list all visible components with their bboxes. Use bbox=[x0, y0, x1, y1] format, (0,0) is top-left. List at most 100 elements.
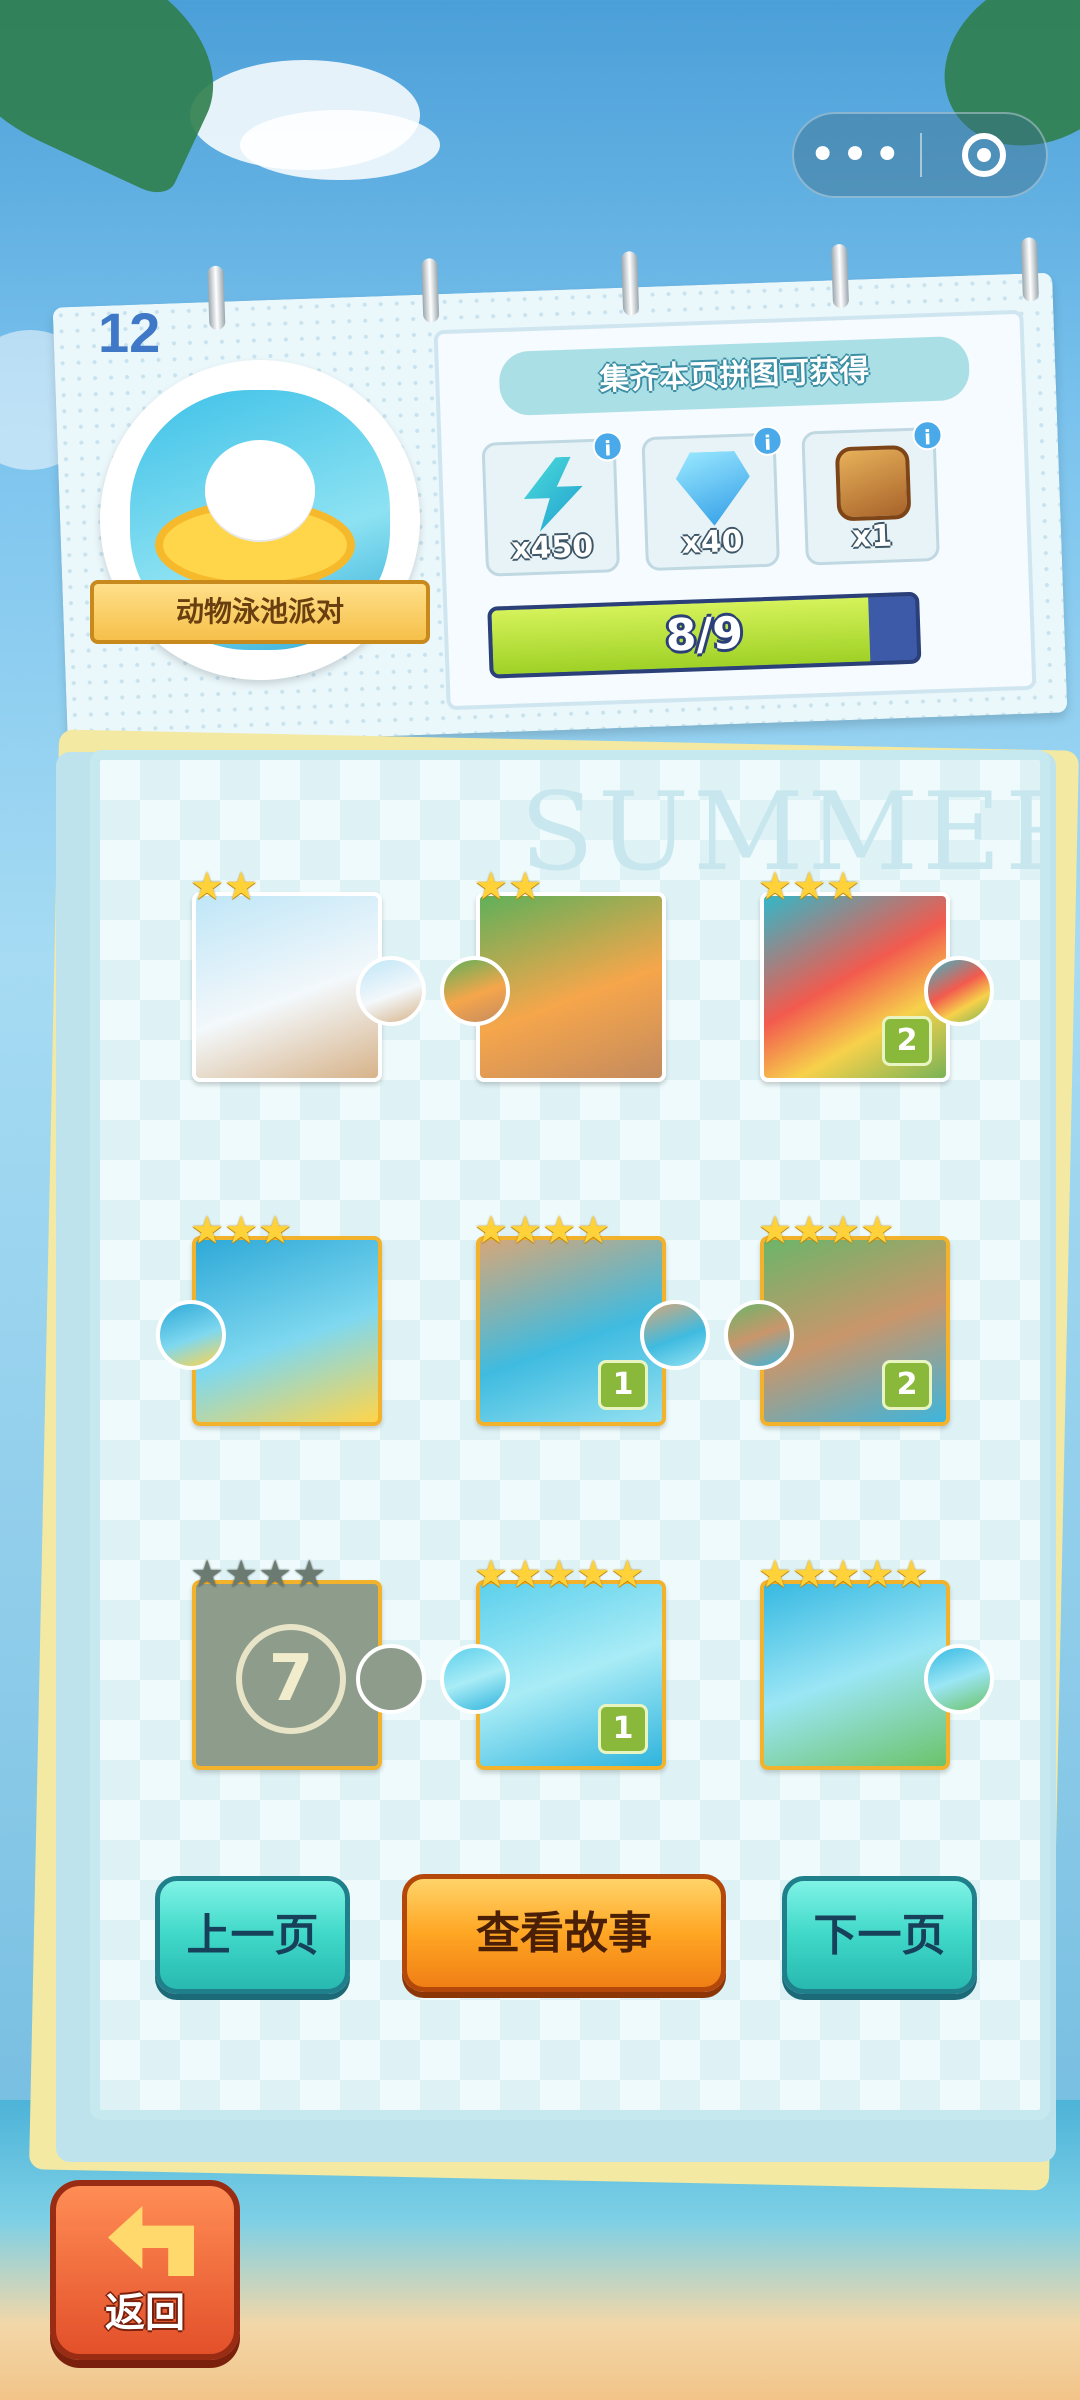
star-icon: ★ bbox=[860, 1208, 895, 1252]
puzzle-piece[interactable]: ★ ★ ★ ★ ★ 1 bbox=[440, 1554, 666, 1770]
next-page-button[interactable]: 下一页 bbox=[782, 1876, 977, 1994]
star-rating: ★ ★ ★ bbox=[758, 866, 860, 906]
cloud bbox=[240, 110, 440, 180]
star-icon: ★ bbox=[826, 1552, 861, 1596]
star-icon: ★ bbox=[826, 1208, 861, 1252]
star-icon: ★ bbox=[542, 1552, 577, 1596]
duplicate-count-badge: 2 bbox=[882, 1016, 932, 1066]
view-story-button[interactable]: 查看故事 bbox=[402, 1874, 726, 1992]
reward-qty: x450 bbox=[510, 528, 594, 567]
duplicate-count-badge: 2 bbox=[882, 1360, 932, 1410]
star-rating: ★ ★ bbox=[474, 866, 542, 906]
puzzle-knob bbox=[440, 956, 510, 1026]
reward-list: x450 i x40 i x1 i bbox=[481, 419, 944, 577]
info-icon[interactable]: i bbox=[592, 430, 624, 462]
star-icon: ★ bbox=[190, 864, 225, 908]
puzzle-knob bbox=[356, 956, 426, 1026]
polar-bear-icon bbox=[205, 440, 315, 540]
star-icon: ★ bbox=[758, 1552, 793, 1596]
star-icon: ★ bbox=[292, 1552, 327, 1596]
star-icon: ★ bbox=[190, 1208, 225, 1252]
star-icon: ★ bbox=[826, 864, 861, 908]
reward-diamond[interactable]: x40 i bbox=[641, 425, 784, 572]
star-rating: ★ ★ ★ ★ bbox=[190, 1554, 326, 1594]
star-icon: ★ bbox=[474, 864, 509, 908]
puzzle-piece[interactable]: ★ ★ ★ 2 bbox=[758, 866, 994, 1082]
reward-title: 集齐本页拼图可获得 bbox=[498, 335, 971, 417]
miniprogram-capsule: ••• bbox=[792, 112, 1048, 198]
theme-title: 动物泳池派对 bbox=[90, 580, 430, 644]
reward-chest[interactable]: x1 i bbox=[801, 419, 944, 566]
star-rating: ★ ★ bbox=[190, 866, 258, 906]
palm-leaf bbox=[0, 0, 248, 201]
star-icon: ★ bbox=[224, 1208, 259, 1252]
star-icon: ★ bbox=[508, 1208, 543, 1252]
puzzle-knob bbox=[640, 1300, 710, 1370]
theme-badge[interactable]: 动物泳池派对 bbox=[90, 360, 430, 680]
star-rating: ★ ★ ★ ★ ★ bbox=[758, 1554, 928, 1594]
reward-qty: x40 bbox=[680, 523, 744, 561]
star-icon: ★ bbox=[258, 1208, 293, 1252]
locked-piece-number: 7 bbox=[236, 1624, 346, 1734]
puzzle-knob bbox=[156, 1300, 226, 1370]
binder-ring bbox=[621, 251, 640, 316]
star-icon: ★ bbox=[758, 1208, 793, 1252]
puzzle-piece[interactable]: ★ ★ ★ ★ 2 bbox=[724, 1210, 950, 1426]
star-icon: ★ bbox=[792, 864, 827, 908]
puzzle-knob bbox=[924, 1644, 994, 1714]
duplicate-count-badge: 1 bbox=[598, 1704, 648, 1754]
prev-page-button[interactable]: 上一页 bbox=[155, 1876, 350, 1994]
back-button[interactable]: 返回 bbox=[50, 2180, 240, 2360]
more-dots-icon[interactable]: ••• bbox=[794, 131, 920, 179]
info-icon[interactable]: i bbox=[911, 419, 944, 451]
star-icon: ★ bbox=[542, 1208, 577, 1252]
binder-ring bbox=[1020, 237, 1040, 302]
puzzle-knob bbox=[924, 956, 994, 1026]
duplicate-count-badge: 1 bbox=[598, 1360, 648, 1410]
star-icon: ★ bbox=[474, 1208, 509, 1252]
binder-ring bbox=[421, 258, 440, 323]
reward-energy[interactable]: x450 i bbox=[481, 430, 624, 577]
star-rating: ★ ★ ★ ★ bbox=[758, 1210, 894, 1250]
binder-ring bbox=[207, 265, 226, 331]
back-label: 返回 bbox=[105, 2290, 185, 2336]
star-icon: ★ bbox=[224, 864, 259, 908]
album-page-number: 12 bbox=[98, 301, 161, 364]
star-icon: ★ bbox=[190, 1552, 225, 1596]
reward-panel: 集齐本页拼图可获得 x450 i x40 i x1 i 8/9 bbox=[433, 309, 1037, 711]
star-icon: ★ bbox=[224, 1552, 259, 1596]
star-icon: ★ bbox=[860, 1552, 895, 1596]
reward-qty: x1 bbox=[851, 518, 893, 555]
puzzle-knob bbox=[440, 1644, 510, 1714]
puzzle-piece[interactable]: ★ ★ bbox=[440, 866, 666, 1082]
star-icon: ★ bbox=[474, 1552, 509, 1596]
star-icon: ★ bbox=[792, 1552, 827, 1596]
star-rating: ★ ★ ★ bbox=[190, 1210, 292, 1250]
puzzle-piece-locked[interactable]: ★ ★ ★ ★ 7 bbox=[190, 1554, 426, 1770]
collection-progress-bar: 8/9 bbox=[487, 591, 922, 679]
star-icon: ★ bbox=[894, 1552, 929, 1596]
star-icon: ★ bbox=[576, 1208, 611, 1252]
binder-ring bbox=[830, 243, 850, 309]
puzzle-piece[interactable]: ★ ★ ★ ★ ★ bbox=[758, 1554, 994, 1770]
star-icon: ★ bbox=[576, 1552, 611, 1596]
star-rating: ★ ★ ★ ★ ★ bbox=[474, 1554, 644, 1594]
star-icon: ★ bbox=[508, 864, 543, 908]
puzzle-piece[interactable]: ★ ★ bbox=[190, 866, 426, 1082]
star-icon: ★ bbox=[792, 1208, 827, 1252]
star-icon: ★ bbox=[610, 1552, 645, 1596]
puzzle-knob bbox=[724, 1300, 794, 1370]
puzzle-piece[interactable]: ★ ★ ★ bbox=[156, 1210, 382, 1426]
treasure-chest-icon bbox=[834, 444, 912, 522]
target-icon[interactable] bbox=[922, 133, 1046, 177]
star-icon: ★ bbox=[508, 1552, 543, 1596]
energy-bolt-icon bbox=[515, 456, 592, 533]
puzzle-piece[interactable]: ★ ★ ★ ★ 1 bbox=[474, 1210, 710, 1426]
back-arrow-icon bbox=[108, 2206, 194, 2276]
diamond-icon bbox=[675, 450, 752, 527]
star-icon: ★ bbox=[758, 864, 793, 908]
star-rating: ★ ★ ★ ★ bbox=[474, 1210, 610, 1250]
puzzle-knob bbox=[356, 1644, 426, 1714]
info-icon[interactable]: i bbox=[752, 425, 784, 457]
progress-text: 8/9 bbox=[664, 607, 744, 662]
